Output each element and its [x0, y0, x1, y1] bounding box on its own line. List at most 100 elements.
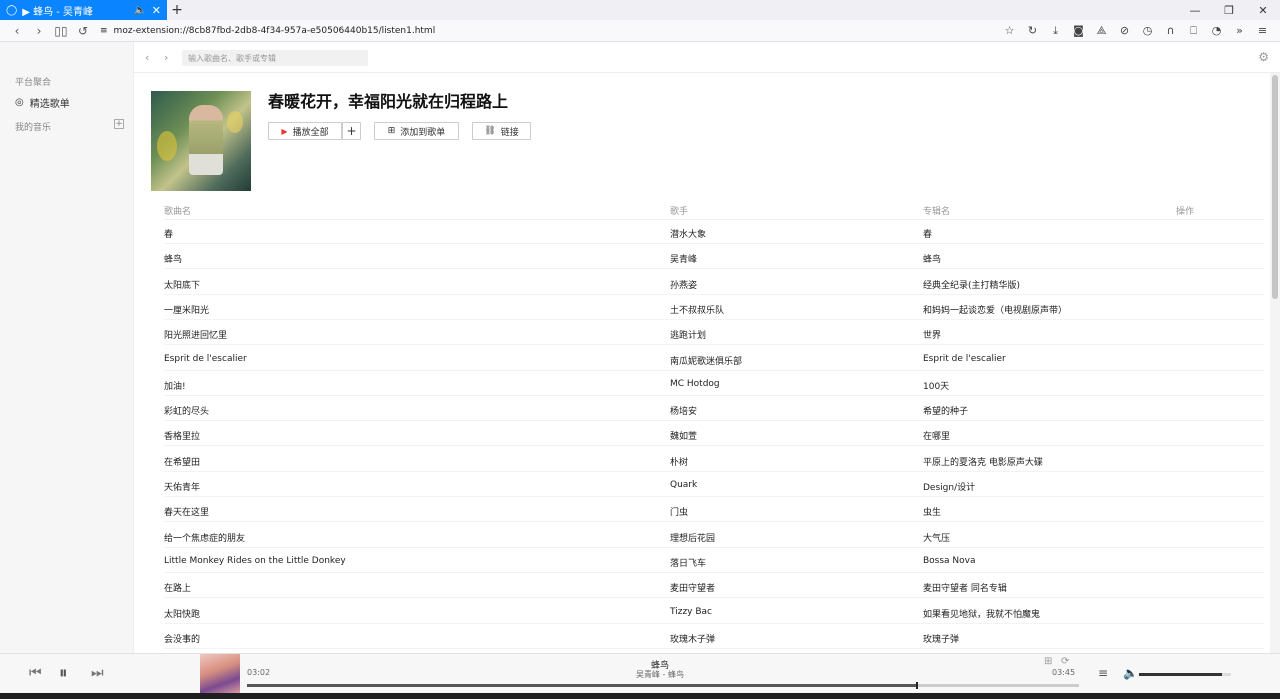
gear-icon[interactable]: ⚙: [1258, 50, 1269, 64]
rss-icon[interactable]: ◔: [1205, 24, 1228, 38]
cell-artist[interactable]: Quark: [670, 480, 697, 490]
close-tab-icon[interactable]: ✕: [152, 4, 161, 17]
table-row[interactable]: Esprit de l'escalier 南瓜妮歌迷俱乐部 Esprit de l'…: [164, 346, 1264, 371]
volume-icon[interactable]: 🔈: [1123, 666, 1138, 680]
forward-icon[interactable]: ›: [28, 24, 50, 38]
playlist-queue-icon[interactable]: ≡: [1098, 666, 1108, 680]
cell-album[interactable]: 希望的种子: [923, 404, 968, 417]
previous-icon[interactable]: ⏮: [29, 665, 42, 681]
cell-album[interactable]: 虫生: [923, 505, 941, 518]
bookmark-star-icon[interactable]: ☆: [998, 24, 1021, 38]
table-row[interactable]: 香格里拉 魏如萱 在哪里: [164, 421, 1264, 447]
add-all-button[interactable]: +: [342, 122, 361, 140]
sidebar-item-featured[interactable]: ◎ 精选歌单: [15, 95, 70, 110]
table-row[interactable]: 在路上 麦田守望者 麦田守望者 同名专辑: [164, 573, 1264, 599]
cell-artist[interactable]: 孙燕姿: [670, 278, 697, 291]
cell-album[interactable]: 玫瑰子弹: [923, 632, 959, 645]
cover-decoration: [227, 111, 243, 133]
shield-icon[interactable]: ⊘: [1113, 24, 1136, 38]
restore-button[interactable]: ❐: [1212, 4, 1246, 17]
table-row[interactable]: 春天在这里 门虫 虫生: [164, 497, 1264, 523]
close-window-button[interactable]: ✕: [1246, 4, 1280, 17]
table-row[interactable]: 彩虹的尽头 杨培安 希望的种子: [164, 396, 1264, 422]
table-row[interactable]: 加油! MC Hotdog 100天: [164, 371, 1264, 396]
cell-artist[interactable]: 麦田守望者: [670, 581, 715, 594]
add-playlist-button[interactable]: +: [114, 119, 124, 129]
table-row[interactable]: 天佑青年 Quark Design/设计: [164, 472, 1264, 497]
table-row[interactable]: 太阳底下 孙燕姿 经典全纪录(主打精华版): [164, 270, 1264, 295]
cell-artist[interactable]: 潜水大象: [670, 227, 706, 240]
new-tab-button[interactable]: +: [167, 2, 187, 18]
table-row[interactable]: 一厘米阳光 土不叔叔乐队 和妈妈一起谈恋爱（电视剧原声带）: [164, 295, 1264, 320]
player-bar: ⏮ ⏸ ⏭ 03:02 蜂鸟 吴青峰 - 蜂鸟 ⊞ ⟳ 03:45 ≡ 🔈: [0, 653, 1280, 694]
table-row[interactable]: 太阳快跑 Tizzy Bac 如果看见地狱，我就不怕魔鬼: [164, 599, 1264, 624]
cell-artist[interactable]: 理想后花园: [670, 531, 715, 544]
cell-artist[interactable]: 魏如萱: [670, 429, 697, 442]
table-row[interactable]: 会没事的 玫瑰木子弹 玫瑰子弹: [164, 624, 1264, 649]
cell-artist[interactable]: 玫瑰木子弹: [670, 632, 715, 645]
cell-album[interactable]: 蜂鸟: [923, 252, 941, 265]
cell-artist[interactable]: 杨培安: [670, 404, 697, 417]
next-icon[interactable]: ⏭: [91, 665, 104, 681]
clock-icon[interactable]: ◷: [1136, 24, 1159, 38]
cell-artist[interactable]: 门虫: [670, 505, 688, 518]
table-row[interactable]: Little Monkey Rides on the Little Donkey…: [164, 548, 1264, 573]
speaker-icon[interactable]: 🔈: [134, 5, 146, 16]
url-text: moz-extension://8cb87fbd-2db8-4f34-957a-…: [113, 25, 436, 36]
cell-album[interactable]: Design/设计: [923, 480, 975, 493]
loop-icon[interactable]: ⟳: [1061, 656, 1069, 667]
pause-icon[interactable]: ⏸: [59, 663, 68, 683]
cell-artist[interactable]: 南瓜妮歌迷俱乐部: [670, 354, 742, 367]
cell-album[interactable]: 大气压: [923, 531, 950, 544]
cell-album[interactable]: 麦田守望者 同名专辑: [923, 581, 1007, 594]
extension-icon[interactable]: ⟁: [1090, 24, 1113, 38]
screenshot-icon[interactable]: ◙: [1067, 24, 1090, 38]
download-icon[interactable]: ⤓: [1044, 24, 1067, 38]
table-row[interactable]: 给一个焦虑症的朋友 理想后花园 大气压: [164, 523, 1264, 548]
volume-slider[interactable]: [1139, 673, 1231, 676]
cell-album[interactable]: 世界: [923, 328, 941, 341]
add-to-playlist-icon[interactable]: ⊞: [1044, 656, 1052, 667]
cell-artist[interactable]: Tizzy Bac: [670, 607, 712, 617]
cell-artist[interactable]: 土不叔叔乐队: [670, 303, 724, 316]
browser-tab-active[interactable]: ◯ ▶ 蜂鸟 - 吴青峰 🔈 ✕: [0, 0, 167, 20]
link-button[interactable]: ⛓ 链接: [472, 122, 531, 140]
reload-icon[interactable]: ↻: [1021, 24, 1044, 38]
cell-artist[interactable]: 吴青峰: [670, 252, 697, 265]
cell-album[interactable]: 春: [923, 227, 932, 240]
progress-bar[interactable]: [247, 682, 1079, 689]
menu-icon[interactable]: ≡: [1251, 24, 1274, 38]
reader-view-icon[interactable]: ▯▯: [50, 24, 72, 38]
bookmark-icon[interactable]: ⎕: [1182, 24, 1205, 38]
cell-artist[interactable]: 逃跑计划: [670, 328, 706, 341]
cell-album[interactable]: 100天: [923, 379, 949, 392]
table-row[interactable]: 阳光照进回忆里 逃跑计划 世界: [164, 320, 1264, 346]
cell-album[interactable]: 如果看见地狱，我就不怕魔鬼: [923, 607, 1040, 620]
cell-artist[interactable]: 落日飞车: [670, 556, 706, 569]
table-row[interactable]: 在希望田 朴树 平原上的夏洛克 电影原声大碟: [164, 447, 1264, 472]
back-icon[interactable]: ‹: [6, 24, 28, 38]
cell-album[interactable]: 平原上的夏洛克 电影原声大碟: [923, 455, 1043, 468]
cell-artist[interactable]: MC Hotdog: [670, 379, 720, 389]
url-bar[interactable]: ≡ moz-extension://8cb87fbd-2db8-4f34-957…: [100, 26, 998, 36]
cell-album[interactable]: Esprit de l'escalier: [923, 354, 1006, 364]
add-to-playlist-button[interactable]: ⊞ 添加到歌单: [374, 122, 459, 140]
minimize-button[interactable]: —: [1178, 4, 1212, 17]
progress-handle[interactable]: [915, 682, 918, 689]
cell-album[interactable]: 和妈妈一起谈恋爱（电视剧原声带）: [923, 303, 1067, 316]
history-icon[interactable]: ↺: [72, 24, 94, 38]
forward-icon[interactable]: ›: [164, 51, 168, 64]
search-input[interactable]: 输入歌曲名、歌手或专辑: [182, 50, 368, 66]
headphones-icon[interactable]: ∩: [1159, 24, 1182, 38]
back-icon[interactable]: ‹: [145, 51, 149, 64]
cell-album[interactable]: Bossa Nova: [923, 556, 976, 566]
overflow-icon[interactable]: »: [1228, 24, 1251, 38]
now-playing-cover[interactable]: [200, 654, 240, 694]
cell-album[interactable]: 在哪里: [923, 429, 950, 442]
table-row[interactable]: 春 潜水大象 春: [164, 219, 1264, 244]
play-all-button[interactable]: ▶ 播放全部: [268, 122, 342, 140]
cell-artist[interactable]: 朴树: [670, 455, 688, 468]
scrollbar-thumb[interactable]: [1272, 75, 1278, 299]
cell-album[interactable]: 经典全纪录(主打精华版): [923, 278, 1020, 291]
table-row[interactable]: 蜂鸟 吴青峰 蜂鸟: [164, 244, 1264, 270]
